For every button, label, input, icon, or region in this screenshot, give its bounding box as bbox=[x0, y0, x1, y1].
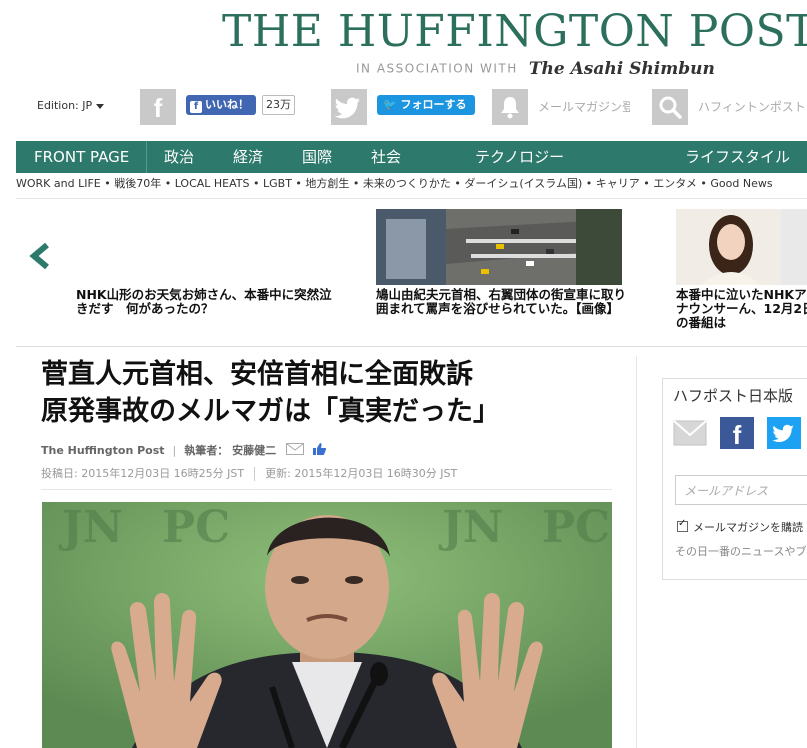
date-separator bbox=[254, 467, 256, 481]
caret-down-icon bbox=[96, 103, 105, 109]
edition-selector[interactable]: Edition: JP bbox=[37, 99, 105, 112]
article-source[interactable]: The Huffington Post bbox=[41, 444, 165, 457]
column-divider bbox=[636, 356, 637, 748]
subscribe-checkbox[interactable]: メールマガジンを購読 bbox=[677, 518, 803, 535]
svg-text:PC: PC bbox=[162, 502, 230, 553]
carousel-card[interactable]: 本番中に泣いたNHKアナウンサーん、12月2日の番組は bbox=[676, 209, 807, 330]
facebook-small-icon: f bbox=[190, 101, 202, 113]
twitter-icon[interactable] bbox=[331, 89, 367, 125]
widget-note: その日一番のニュースやブログ bbox=[675, 545, 807, 558]
divider bbox=[41, 489, 612, 490]
author-label: 執筆者： bbox=[184, 444, 229, 457]
facebook-like-button[interactable]: f いいね！ bbox=[186, 95, 256, 115]
nav-item-lifestyle[interactable]: ライフスタイル bbox=[685, 141, 790, 173]
newsletter-widget: ハフポスト日本版 f メールアドレス メールマガジンを購読 その日一番のニュース… bbox=[662, 378, 807, 580]
article-dates: 投稿日: 2015年12月03日 16時25分 JST 更新: 2015年12月0… bbox=[41, 465, 457, 481]
nav-item-politics[interactable]: 政治 bbox=[164, 141, 194, 173]
carousel-card[interactable]: NHK山形のお天気お姉さん、本番中に突然泣きだす 何があったの？ bbox=[76, 209, 338, 316]
thumbs-up-icon[interactable] bbox=[312, 442, 326, 456]
search-input[interactable]: ハフィントンポスト bbox=[698, 98, 806, 115]
newsletter-link[interactable]: メールマガジン登録 bbox=[538, 98, 630, 115]
search-icon[interactable] bbox=[652, 89, 688, 125]
article-photo: JN PC JN PC bbox=[42, 502, 612, 748]
twitter-bird-icon: 🐦 bbox=[383, 98, 397, 111]
svg-text:f: f bbox=[154, 93, 163, 123]
svg-text:JN: JN bbox=[58, 502, 123, 553]
association-text: IN ASSOCIATION WITH bbox=[356, 61, 518, 76]
divider bbox=[16, 198, 807, 199]
nav-item-technology[interactable]: テクノロジー bbox=[475, 141, 564, 173]
twitter-follow-button[interactable]: 🐦 フォローする bbox=[377, 95, 475, 115]
subscribe-label: メールマガジンを購読 bbox=[693, 521, 803, 534]
checkbox-checked-icon[interactable] bbox=[677, 518, 688, 532]
chevron-left-icon bbox=[29, 242, 49, 270]
author-name[interactable]: 安藤健二 bbox=[232, 444, 276, 457]
main-nav: FRONT PAGE 政治 経済 国際 社会 テクノロジー ライフスタイル bbox=[16, 141, 807, 173]
svg-text:f: f bbox=[733, 420, 742, 449]
sub-navigation[interactable]: WORK and LIFE • 戦後70年 • LOCAL HEATS • LG… bbox=[16, 176, 807, 192]
masthead: THE HUFFINGTON POST IN ASSOCIATION WITH … bbox=[222, 6, 807, 81]
twitter-follow-label: フォローする bbox=[400, 98, 467, 111]
carousel-prev-button[interactable] bbox=[28, 242, 52, 270]
association-line: IN ASSOCIATION WITH The Asahi Shimbun bbox=[356, 58, 715, 79]
nav-item-economy[interactable]: 経済 bbox=[233, 141, 263, 173]
twitter-icon[interactable] bbox=[767, 417, 801, 449]
updated-date: 更新: 2015年12月03日 16時30分 JST bbox=[265, 467, 458, 480]
card-title[interactable]: 鳩山由紀夫元首相、右翼団体の街宣車に取り囲まれて罵声を浴びせられていた。【画像】 bbox=[376, 288, 626, 316]
card-image-placeholder bbox=[76, 209, 322, 285]
nav-front-page[interactable]: FRONT PAGE bbox=[34, 141, 129, 173]
headline-line-1: 菅直人元首相、安倍首相に全面敗訴 bbox=[41, 359, 473, 390]
facebook-icon[interactable]: f bbox=[140, 89, 176, 125]
divider bbox=[16, 346, 807, 347]
edition-label: Edition: JP bbox=[37, 99, 93, 112]
card-title[interactable]: NHK山形のお天気お姉さん、本番中に突然泣きだす 何があったの？ bbox=[76, 288, 338, 316]
headline-line-2: 原発事故のメルマガは「真実だった」 bbox=[41, 396, 500, 427]
bell-icon[interactable] bbox=[492, 89, 528, 125]
nav-item-society[interactable]: 社会 bbox=[371, 141, 401, 173]
mail-icon[interactable] bbox=[673, 417, 707, 449]
widget-title: ハフポスト日本版 bbox=[673, 387, 794, 405]
partner-logo[interactable]: The Asahi Shimbun bbox=[529, 59, 715, 79]
article-headline: 菅直人元首相、安倍首相に全面敗訴 原発事故のメルマガは「真実だった」 bbox=[41, 356, 500, 430]
facebook-like-count: 23万 bbox=[262, 95, 295, 115]
site-logo[interactable]: THE HUFFINGTON POST bbox=[222, 6, 807, 58]
carousel-card[interactable]: 鳩山由紀夫元首相、右翼団体の街宣車に取り囲まれて罵声を浴びせられていた。【画像】 bbox=[376, 209, 626, 316]
email-field[interactable]: メールアドレス bbox=[675, 475, 807, 505]
posted-date: 投稿日: 2015年12月03日 16時25分 JST bbox=[41, 467, 245, 480]
byline-separator: | bbox=[172, 444, 177, 457]
nav-divider bbox=[146, 141, 147, 173]
svg-text:JN: JN bbox=[438, 502, 503, 553]
facebook-icon[interactable]: f bbox=[720, 417, 754, 450]
card-title[interactable]: 本番中に泣いたNHKアナウンサーん、12月2日の番組は bbox=[676, 288, 807, 330]
envelope-icon[interactable] bbox=[285, 443, 304, 455]
social-toolbar: Edition: JP f f いいね！ 23万 🐦 フォローする メールマガジン… bbox=[0, 86, 807, 126]
byline: The Huffington Post | 執筆者： 安藤健二 bbox=[41, 442, 326, 458]
svg-text:PC: PC bbox=[542, 502, 610, 553]
card-image bbox=[676, 209, 807, 285]
card-image bbox=[376, 209, 622, 285]
nav-item-international[interactable]: 国際 bbox=[302, 141, 332, 173]
fb-like-label: いいね！ bbox=[205, 98, 249, 111]
